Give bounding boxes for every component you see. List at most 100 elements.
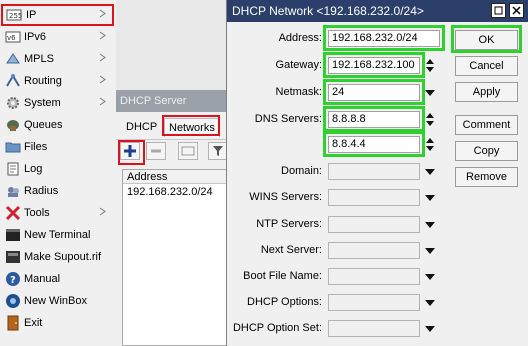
menu-item-label: MPLS xyxy=(24,53,54,65)
boot-file-dropdown-icon[interactable] xyxy=(425,274,435,280)
menu-item-new-winbox[interactable]: New WinBox xyxy=(0,290,114,312)
add-button-highlight xyxy=(118,140,145,165)
gateway-spinner-icon[interactable] xyxy=(425,58,435,73)
dialog-title: DHCP Network <192.168.232.0/24> xyxy=(227,0,528,22)
menu-item-label: Files xyxy=(24,141,48,153)
dns-1-highlight xyxy=(323,106,425,132)
menu-item-tools[interactable]: Tools xyxy=(0,202,114,224)
menu-item-label: Make Supout.rif xyxy=(24,251,102,263)
menu-item-radius[interactable]: Radius xyxy=(0,180,114,202)
dhcp-network-dialog: DHCP Network <192.168.232.0/24> Address:… xyxy=(226,0,528,346)
copy-button[interactable]: Copy xyxy=(455,141,518,161)
menu-item-label: New WinBox xyxy=(24,295,87,307)
menu-item-label: System xyxy=(24,97,61,109)
submenu-arrow-icon xyxy=(99,31,106,40)
restore-button[interactable] xyxy=(491,3,506,18)
svg-text:?: ? xyxy=(10,275,16,286)
minus-icon xyxy=(151,149,161,153)
menu-item-label: Manual xyxy=(24,273,61,285)
filter-button[interactable] xyxy=(208,142,228,160)
folder-icon xyxy=(5,142,21,153)
comment-button[interactable] xyxy=(178,142,198,160)
submenu-arrow-icon xyxy=(99,97,106,106)
menu-item-log[interactable]: Log xyxy=(0,158,114,180)
menu-item-exit[interactable]: Exit xyxy=(0,312,114,334)
dhcp-options-dropdown-icon[interactable] xyxy=(425,300,435,306)
next-server-dropdown-icon[interactable] xyxy=(425,248,435,254)
wins-label: WINS Servers: xyxy=(249,191,322,203)
help-icon: ? xyxy=(6,272,20,286)
svg-text:255: 255 xyxy=(9,12,22,20)
menu-item-label: Routing xyxy=(24,75,62,87)
menu-item-label: Exit xyxy=(24,317,43,329)
close-button[interactable] xyxy=(509,3,524,18)
comment-icon xyxy=(181,146,195,156)
gateway-label: Gateway: xyxy=(275,59,322,71)
netmask-highlight xyxy=(323,79,425,105)
submenu-arrow-icon xyxy=(99,207,106,216)
dhcp-option-set-dropdown-icon[interactable] xyxy=(425,326,435,332)
wins-field[interactable] xyxy=(328,189,420,206)
remove-button[interactable] xyxy=(146,142,166,160)
menu-item-manual[interactable]: ? Manual xyxy=(0,268,114,290)
ntp-field[interactable] xyxy=(328,216,420,233)
supout-icon xyxy=(6,251,20,263)
radius-icon xyxy=(8,187,19,197)
boot-file-field[interactable] xyxy=(328,268,420,285)
main-menu: 255 IP v6 IPv6 MPLS Routing System Queue… xyxy=(0,0,116,346)
boot-file-label: Boot File Name: xyxy=(243,270,322,282)
menu-item-make-supout[interactable]: Make Supout.rif xyxy=(0,246,114,268)
ok-highlight xyxy=(451,25,522,53)
domain-label: Domain: xyxy=(281,165,322,177)
menu-item-label: IP xyxy=(26,9,37,21)
domain-field[interactable] xyxy=(328,163,420,180)
dhcp-option-set-field[interactable] xyxy=(328,320,420,337)
close-icon xyxy=(512,6,521,15)
exit-icon xyxy=(7,315,19,331)
comment-button[interactable]: Comment xyxy=(455,115,518,135)
submenu-arrow-icon xyxy=(99,53,106,62)
ntp-label: NTP Servers: xyxy=(256,218,322,230)
menu-item-ipv6[interactable]: v6 IPv6 xyxy=(0,26,114,48)
address-highlight xyxy=(323,25,445,51)
menu-item-label: Tools xyxy=(24,207,50,219)
menu-item-label: Radius xyxy=(24,185,59,197)
dns-2-spinner-icon[interactable] xyxy=(425,137,435,152)
wins-dropdown-icon[interactable] xyxy=(425,195,435,201)
gear-icon xyxy=(7,97,19,109)
menu-item-queues[interactable]: Queues xyxy=(0,114,114,136)
next-server-field[interactable] xyxy=(328,242,420,259)
netmask-dropdown-icon[interactable] xyxy=(425,90,435,96)
menu-item-label: New Terminal xyxy=(24,229,91,241)
dhcp-options-label: DHCP Options: xyxy=(247,296,322,308)
winbox-icon xyxy=(6,294,20,308)
menu-item-routing[interactable]: Routing xyxy=(0,70,114,92)
menu-item-new-terminal[interactable]: New Terminal xyxy=(0,224,114,246)
submenu-arrow-icon xyxy=(99,9,106,18)
filter-icon xyxy=(213,146,223,156)
remove-button[interactable]: Remove xyxy=(455,167,518,187)
menu-item-system[interactable]: System xyxy=(0,92,114,114)
menu-item-files[interactable]: Files xyxy=(0,136,114,158)
cancel-button[interactable]: Cancel xyxy=(455,56,518,76)
netmask-label: Netmask: xyxy=(275,86,322,98)
apply-button[interactable]: Apply xyxy=(455,82,518,102)
menu-item-ip[interactable]: 255 IP xyxy=(1,4,114,26)
ntp-dropdown-icon[interactable] xyxy=(425,222,435,228)
log-icon xyxy=(7,162,19,176)
menu-item-label: Queues xyxy=(24,119,63,131)
dhcp-option-set-label: DHCP Option Set: xyxy=(232,322,322,334)
routing-icon xyxy=(6,74,20,87)
menu-item-mpls[interactable]: MPLS xyxy=(0,48,114,70)
dns-label: DNS Servers: xyxy=(254,113,322,125)
mpls-icon xyxy=(6,53,20,64)
dhcp-options-field[interactable] xyxy=(328,294,420,311)
submenu-arrow-icon xyxy=(99,75,106,84)
queues-icon xyxy=(7,120,19,131)
ipv6-icon: v6 xyxy=(5,31,21,43)
domain-dropdown-icon[interactable] xyxy=(425,169,435,175)
dns-2-highlight xyxy=(323,131,425,157)
dns-1-spinner-icon[interactable] xyxy=(425,112,435,127)
ip-icon: 255 xyxy=(6,9,22,21)
tab-dhcp[interactable]: DHCP xyxy=(122,118,161,136)
